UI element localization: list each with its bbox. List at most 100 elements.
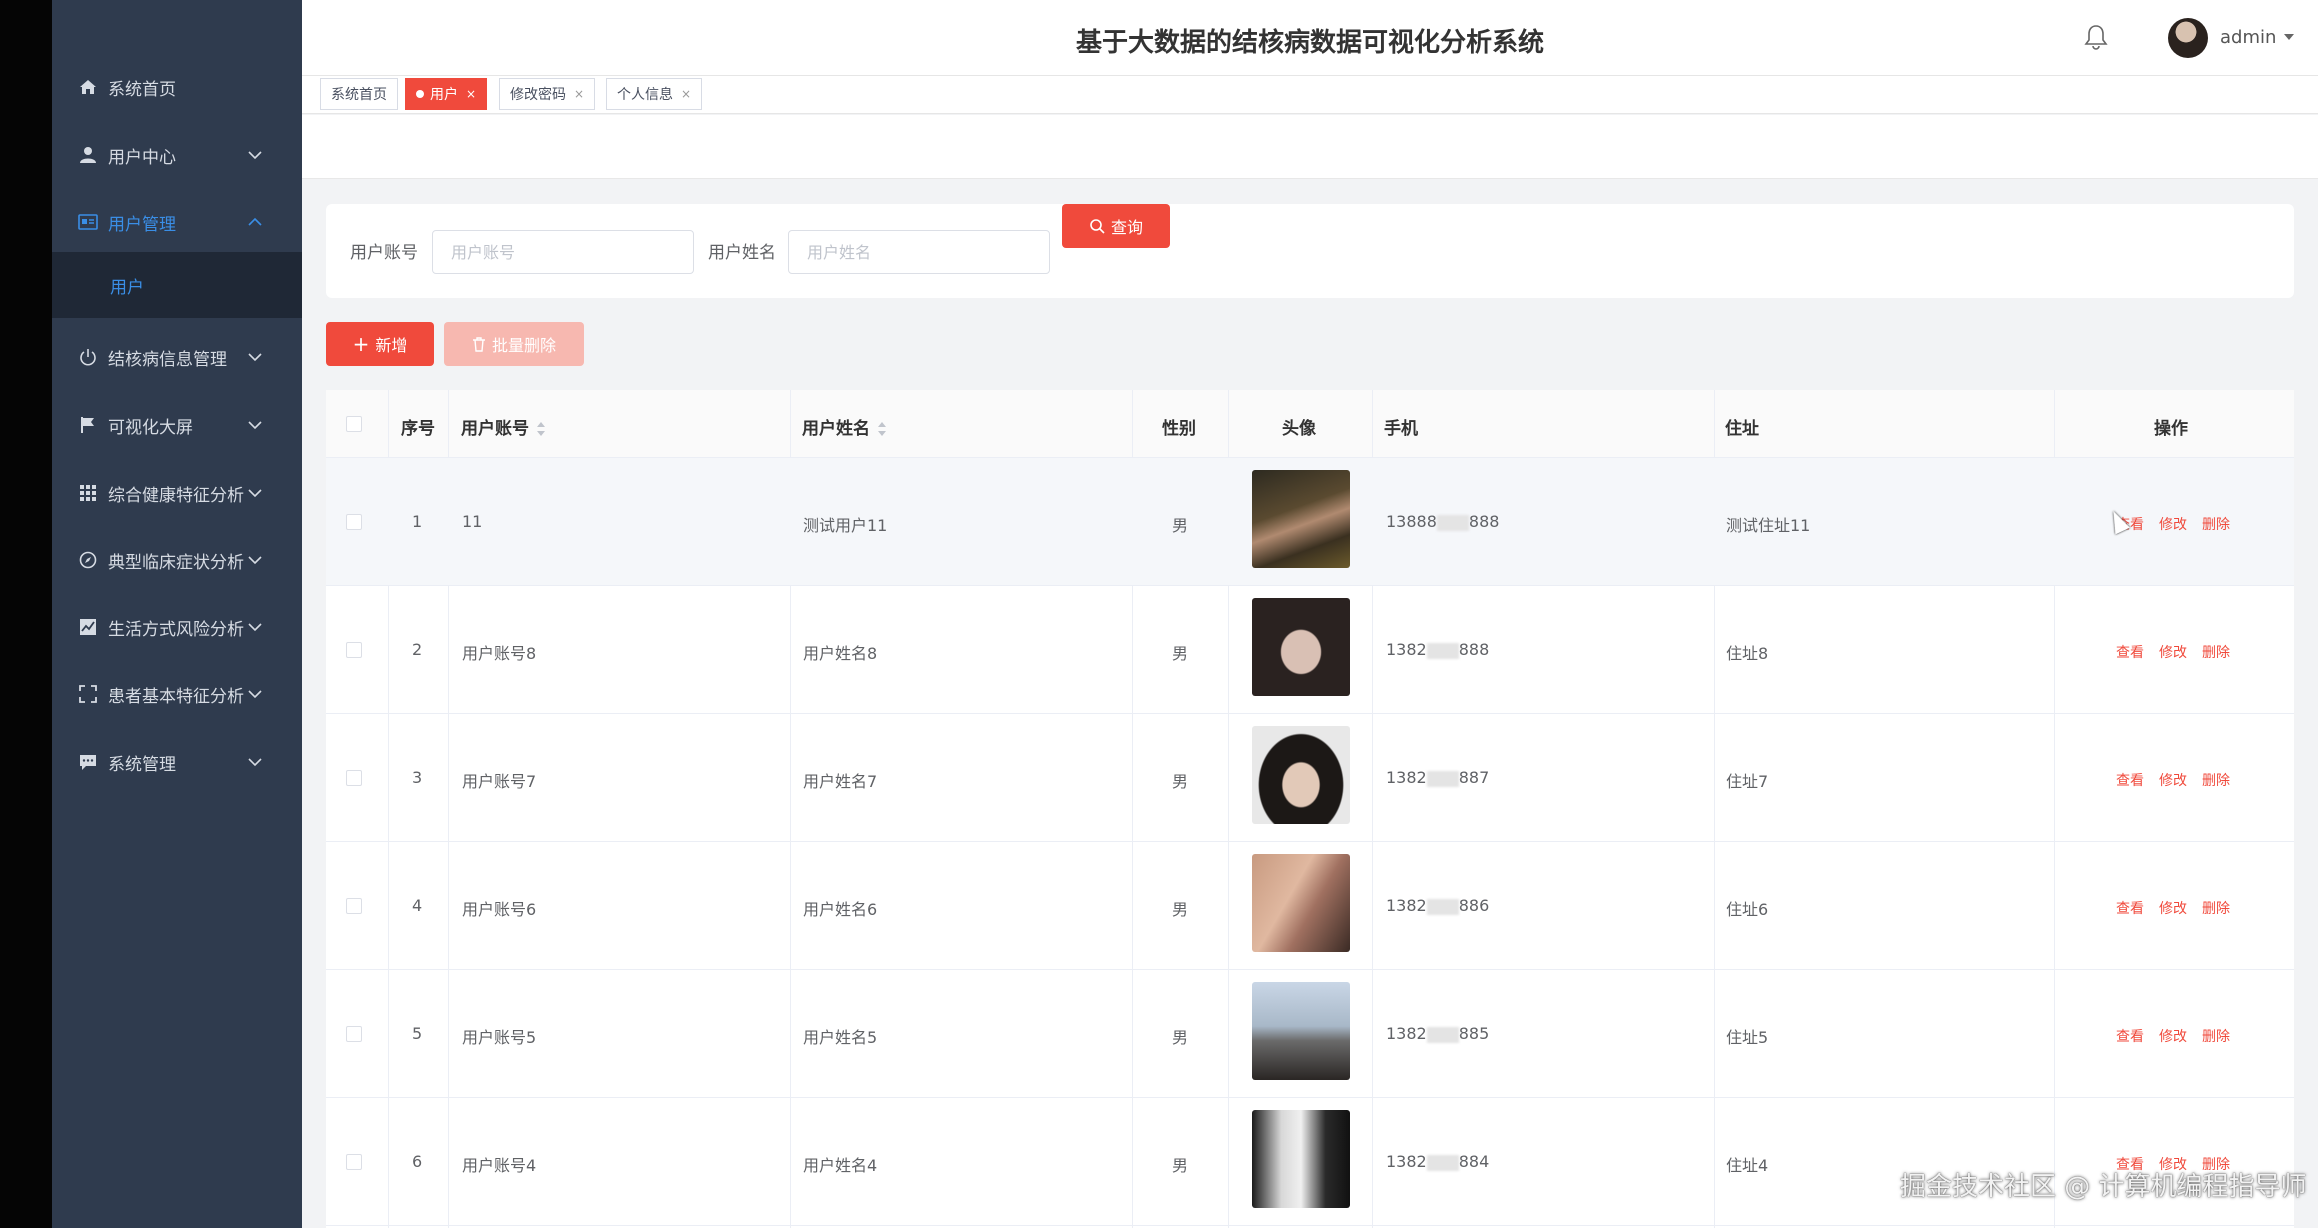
avatar[interactable] — [2168, 18, 2208, 58]
delete-button[interactable]: 删除 — [2202, 770, 2230, 790]
chevron-up-icon — [248, 217, 262, 226]
phone-suffix: 885 — [1458, 1024, 1490, 1043]
chevron-down-icon — [248, 556, 262, 565]
phone-suffix: 887 — [1458, 768, 1490, 787]
sidebar-item-user-center[interactable]: 用户中心 — [52, 122, 302, 188]
chart-icon — [78, 617, 98, 637]
cell-gender: 男 — [1172, 516, 1189, 535]
table-row[interactable]: 3 用户账号7 用户姓名7 男 1382 887 住址7 查看 修改 删除 — [326, 714, 2294, 842]
col-name[interactable]: 用户姓名 — [802, 414, 886, 439]
cell-phone: 1382 888 — [1386, 640, 1489, 659]
view-button[interactable]: 查看 — [2116, 898, 2144, 918]
message-icon — [78, 752, 98, 772]
delete-button[interactable]: 删除 — [2202, 642, 2230, 662]
edit-button[interactable]: 修改 — [2159, 1026, 2187, 1046]
view-button[interactable]: 查看 — [2116, 1026, 2144, 1046]
tab-label: 系统首页 — [331, 87, 387, 103]
row-checkbox[interactable] — [346, 770, 362, 786]
edit-button[interactable]: 修改 — [2159, 898, 2187, 918]
breadcrumb-area — [302, 115, 2318, 179]
table-row[interactable]: 1 11 测试用户11 男 13888 888 测试住址11 查看 修改 删除 — [326, 458, 2294, 586]
user-avatar-image — [1252, 982, 1350, 1080]
chevron-down-icon — [248, 151, 262, 160]
edit-button[interactable]: 修改 — [2159, 770, 2187, 790]
name-search-input[interactable] — [788, 230, 1050, 274]
cell-index: 2 — [412, 640, 423, 659]
row-checkbox[interactable] — [346, 1026, 362, 1042]
tab-users[interactable]: 用户 × — [405, 78, 488, 110]
select-all-checkbox[interactable] — [346, 416, 362, 432]
delete-button[interactable]: 删除 — [2202, 898, 2230, 918]
user-avatar-image — [1252, 1110, 1350, 1208]
search-form: 用户账号 用户姓名 查询 — [326, 204, 2294, 298]
cell-gender: 男 — [1172, 900, 1189, 919]
cell-gender: 男 — [1172, 1028, 1189, 1047]
query-button[interactable]: 查询 — [1062, 204, 1170, 248]
bell-icon[interactable] — [2084, 24, 2108, 50]
table-row[interactable]: 6 用户账号4 用户姓名4 男 1382 884 住址4 查看 修改 删除 — [326, 1098, 2294, 1226]
sidebar-item-patient-analysis[interactable]: 患者基本特征分析 — [52, 661, 302, 727]
flag-icon — [78, 415, 98, 435]
tags-view: 系统首页 用户 × 修改密码 × 个人信息 × — [302, 76, 2318, 114]
cell-account: 用户账号6 — [462, 900, 537, 919]
cell-name: 用户姓名4 — [803, 1156, 878, 1175]
grid-icon — [78, 483, 98, 503]
row-checkbox[interactable] — [346, 898, 362, 914]
close-icon[interactable]: × — [681, 87, 691, 101]
view-button[interactable]: 查看 — [2116, 642, 2144, 662]
sidebar-item-user-management[interactable]: 用户管理 — [52, 189, 302, 255]
sidebar-subitem-users[interactable]: 用户 — [52, 252, 302, 318]
table-header: 序号 用户账号 用户姓名 性别 头像 手机 住址 操作 — [326, 390, 2294, 458]
account-search-input[interactable] — [432, 230, 694, 274]
sort-icon[interactable] — [878, 422, 886, 436]
plus-icon: + — [352, 332, 370, 356]
chevron-down-icon — [248, 758, 262, 767]
tab-change-password[interactable]: 修改密码 × — [499, 78, 596, 110]
sidebar-item-label: 患者基本特征分析 — [108, 686, 244, 707]
delete-button[interactable]: 删除 — [2202, 1026, 2230, 1046]
masked-digits — [1426, 898, 1459, 915]
masked-digits — [1436, 514, 1469, 531]
sidebar-item-health-analysis[interactable]: 综合健康特征分析 — [52, 460, 302, 526]
close-icon[interactable]: × — [574, 87, 584, 101]
col-avatar: 头像 — [1282, 419, 1316, 439]
cell-gender: 男 — [1172, 644, 1189, 663]
batch-delete-button[interactable]: 批量删除 — [444, 322, 584, 366]
cell-address: 测试住址11 — [1726, 516, 1811, 535]
caret-down-icon[interactable] — [2284, 34, 2294, 40]
query-button-label: 查询 — [1110, 218, 1143, 237]
delete-button[interactable]: 删除 — [2202, 514, 2230, 534]
cell-address: 住址7 — [1726, 772, 1769, 791]
cell-address: 住址5 — [1726, 1028, 1769, 1047]
cell-index: 4 — [412, 896, 423, 915]
sidebar-item-home[interactable]: 系统首页 — [52, 54, 302, 120]
row-checkbox[interactable] — [346, 1154, 362, 1170]
sidebar-item-dashboard[interactable]: 可视化大屏 — [52, 392, 302, 458]
table-row[interactable]: 5 用户账号5 用户姓名5 男 1382 885 住址5 查看 修改 删除 — [326, 970, 2294, 1098]
table-row[interactable]: 4 用户账号6 用户姓名6 男 1382 886 住址6 查看 修改 删除 — [326, 842, 2294, 970]
tab-home[interactable]: 系统首页 — [320, 78, 398, 110]
row-checkbox[interactable] — [346, 514, 362, 530]
phone-prefix: 1382 — [1386, 1152, 1427, 1171]
sort-icon[interactable] — [537, 422, 545, 436]
sidebar-item-system-management[interactable]: 系统管理 — [52, 729, 302, 795]
sidebar-item-symptom-analysis[interactable]: 典型临床症状分析 — [52, 527, 302, 593]
tab-profile[interactable]: 个人信息 × — [606, 78, 703, 110]
row-checkbox[interactable] — [346, 642, 362, 658]
sidebar-item-tb-info[interactable]: 结核病信息管理 — [52, 324, 302, 390]
cell-name: 用户姓名8 — [803, 644, 878, 663]
phone-suffix: 888 — [1458, 640, 1490, 659]
cell-name: 测试用户11 — [803, 516, 888, 535]
user-avatar-image — [1252, 598, 1350, 696]
sidebar-item-lifestyle-analysis[interactable]: 生活方式风险分析 — [52, 594, 302, 660]
phone-prefix: 1382 — [1386, 896, 1427, 915]
phone-prefix: 13888 — [1386, 512, 1437, 531]
edit-button[interactable]: 修改 — [2159, 642, 2187, 662]
table-row[interactable]: 2 用户账号8 用户姓名8 男 1382 888 住址8 查看 修改 删除 — [326, 586, 2294, 714]
username[interactable]: admin — [2220, 27, 2276, 48]
close-icon[interactable]: × — [466, 87, 476, 101]
col-account[interactable]: 用户账号 — [461, 414, 545, 439]
view-button[interactable]: 查看 — [2116, 770, 2144, 790]
add-button[interactable]: + 新增 — [326, 322, 434, 366]
edit-button[interactable]: 修改 — [2159, 514, 2187, 534]
